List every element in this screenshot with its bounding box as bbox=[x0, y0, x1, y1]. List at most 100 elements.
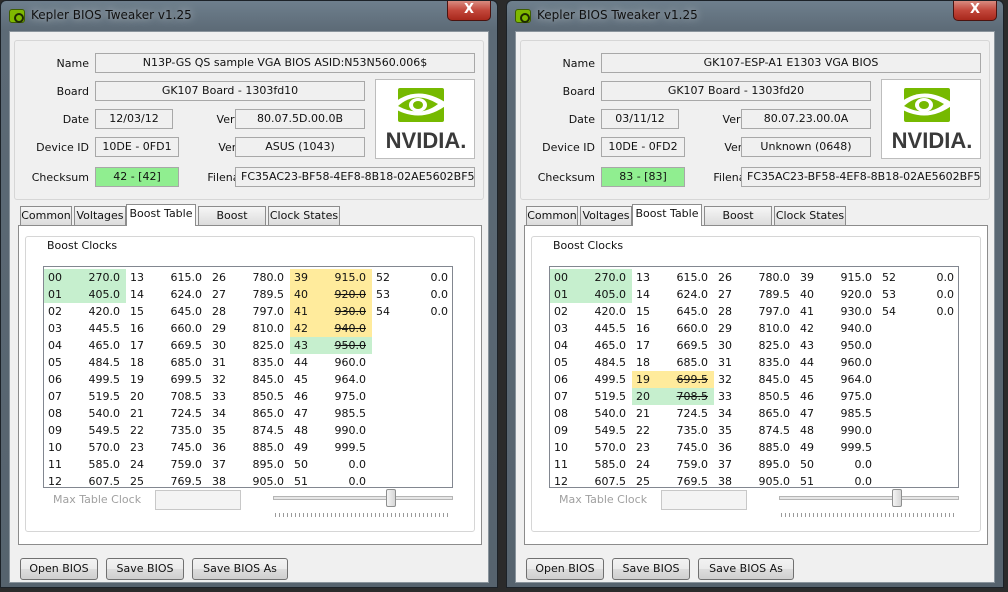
tab-voltages[interactable]: Voltages bbox=[74, 206, 126, 225]
filename-field[interactable]: FC35AC23-BF58-4EF8-8B18-02AE5602BF57_0_ bbox=[741, 167, 981, 187]
boost-entry-clock[interactable]: 624.0 bbox=[152, 286, 208, 303]
open-bios-button[interactable]: Open BIOS bbox=[20, 558, 98, 580]
boost-clock-table[interactable]: 00 270.0 01 405.0 02 420.0 03 445.5 04 465.0 05 484… bbox=[549, 266, 959, 488]
boost-entry-clock[interactable]: 865.0 bbox=[740, 405, 796, 422]
save-bios-button[interactable]: Save BIOS bbox=[106, 558, 184, 580]
boost-entry-clock[interactable]: 874.5 bbox=[234, 422, 290, 439]
checksum-field[interactable]: 42 - [42] bbox=[95, 167, 179, 187]
boost-entry-clock[interactable]: 699.5 bbox=[658, 371, 714, 388]
boost-entry-clock[interactable]: 975.0 bbox=[316, 388, 372, 405]
boost-entry-clock[interactable]: 685.0 bbox=[658, 354, 714, 371]
boost-entry-clock[interactable]: 585.0 bbox=[576, 456, 632, 473]
boost-entry-clock[interactable]: 607.5 bbox=[576, 473, 632, 490]
boost-entry-clock[interactable]: 940.0 bbox=[316, 320, 372, 337]
boost-entry-clock[interactable]: 964.0 bbox=[316, 371, 372, 388]
checksum-field[interactable]: 83 - [83] bbox=[601, 167, 685, 187]
boost-entry-clock[interactable]: 735.0 bbox=[658, 422, 714, 439]
boost-entry-clock[interactable]: 445.5 bbox=[70, 320, 126, 337]
boost-entry-clock[interactable]: 769.5 bbox=[658, 473, 714, 490]
boost-entry-clock[interactable]: 845.0 bbox=[234, 371, 290, 388]
tab-clock-states[interactable]: Clock States bbox=[268, 206, 340, 225]
version-field[interactable]: 80.07.23.00.0A bbox=[741, 109, 871, 129]
boost-entry-clock[interactable]: 615.0 bbox=[152, 269, 208, 286]
boost-entry-clock[interactable]: 499.5 bbox=[70, 371, 126, 388]
boost-entry-clock[interactable]: 930.0 bbox=[316, 303, 372, 320]
bios-name-field[interactable]: GK107-ESP-A1 E1303 VGA BIOS bbox=[601, 53, 981, 73]
boost-entry-clock[interactable]: 669.5 bbox=[152, 337, 208, 354]
tab-boost-states[interactable]: Boost States bbox=[198, 206, 266, 239]
boost-entry-clock[interactable]: 0.0 bbox=[904, 269, 960, 286]
boost-entry-clock[interactable]: 885.0 bbox=[740, 439, 796, 456]
boost-entry-clock[interactable]: 745.0 bbox=[152, 439, 208, 456]
tab-boost-table[interactable]: Boost Table bbox=[126, 204, 196, 226]
boost-entry-clock[interactable]: 465.0 bbox=[70, 337, 126, 354]
boost-entry-clock[interactable]: 745.0 bbox=[658, 439, 714, 456]
boost-entry-clock[interactable]: 759.0 bbox=[152, 456, 208, 473]
filename-field[interactable]: FC35AC23-BF58-4EF8-8B18-02AE5602BF57_0_ bbox=[235, 167, 475, 187]
boost-entry-clock[interactable]: 685.0 bbox=[152, 354, 208, 371]
boost-entry-clock[interactable]: 270.0 bbox=[576, 269, 632, 286]
boost-entry-clock[interactable]: 930.0 bbox=[822, 303, 878, 320]
title-bar[interactable]: Kepler BIOS Tweaker v1.25 X bbox=[507, 1, 1003, 31]
board-field[interactable]: GK107 Board - 1303fd20 bbox=[601, 81, 871, 101]
boost-entry-clock[interactable]: 708.5 bbox=[152, 388, 208, 405]
boost-entry-clock[interactable]: 499.5 bbox=[576, 371, 632, 388]
boost-entry-clock[interactable]: 405.0 bbox=[576, 286, 632, 303]
boost-entry-clock[interactable]: 950.0 bbox=[822, 337, 878, 354]
boost-entry-clock[interactable]: 540.0 bbox=[576, 405, 632, 422]
boost-entry-clock[interactable]: 940.0 bbox=[822, 320, 878, 337]
boost-entry-clock[interactable]: 960.0 bbox=[316, 354, 372, 371]
boost-entry-clock[interactable]: 699.5 bbox=[152, 371, 208, 388]
boost-entry-clock[interactable]: 759.0 bbox=[658, 456, 714, 473]
boost-entry-clock[interactable]: 645.0 bbox=[658, 303, 714, 320]
boost-entry-clock[interactable]: 810.0 bbox=[740, 320, 796, 337]
max-table-clock-slider-track[interactable] bbox=[273, 496, 453, 500]
boost-entry-clock[interactable]: 985.5 bbox=[316, 405, 372, 422]
boost-entry-clock[interactable]: 724.5 bbox=[658, 405, 714, 422]
boost-entry-clock[interactable]: 915.0 bbox=[822, 269, 878, 286]
boost-entry-clock[interactable]: 519.5 bbox=[576, 388, 632, 405]
boost-entry-clock[interactable]: 0.0 bbox=[398, 286, 454, 303]
title-bar[interactable]: Kepler BIOS Tweaker v1.25 X bbox=[1, 1, 497, 31]
boost-entry-clock[interactable]: 405.0 bbox=[70, 286, 126, 303]
boost-entry-clock[interactable]: 420.0 bbox=[70, 303, 126, 320]
close-button[interactable]: X bbox=[447, 1, 491, 21]
boost-entry-clock[interactable]: 549.5 bbox=[70, 422, 126, 439]
max-table-clock-input[interactable] bbox=[661, 490, 747, 510]
boost-entry-clock[interactable]: 540.0 bbox=[70, 405, 126, 422]
device-id-field[interactable]: 10DE - 0FD1 bbox=[95, 137, 179, 157]
boost-entry-clock[interactable]: 708.5 bbox=[658, 388, 714, 405]
boost-entry-clock[interactable]: 850.5 bbox=[234, 388, 290, 405]
boost-entry-clock[interactable]: 825.0 bbox=[234, 337, 290, 354]
boost-entry-clock[interactable]: 624.0 bbox=[658, 286, 714, 303]
boost-entry-clock[interactable]: 885.0 bbox=[234, 439, 290, 456]
boost-entry-clock[interactable]: 769.5 bbox=[152, 473, 208, 490]
boost-entry-clock[interactable]: 850.5 bbox=[740, 388, 796, 405]
tab-common[interactable]: Common bbox=[20, 206, 72, 225]
boost-entry-clock[interactable]: 585.0 bbox=[70, 456, 126, 473]
boost-entry-clock[interactable]: 484.5 bbox=[576, 354, 632, 371]
open-bios-button[interactable]: Open BIOS bbox=[526, 558, 604, 580]
boost-entry-clock[interactable]: 964.0 bbox=[822, 371, 878, 388]
boost-entry-clock[interactable]: 985.5 bbox=[822, 405, 878, 422]
boost-entry-clock[interactable]: 905.0 bbox=[740, 473, 796, 490]
tab-boost-states[interactable]: Boost States bbox=[704, 206, 772, 239]
max-table-clock-slider-track[interactable] bbox=[779, 496, 959, 500]
boost-entry-clock[interactable]: 570.0 bbox=[70, 439, 126, 456]
boost-entry-clock[interactable]: 0.0 bbox=[398, 303, 454, 320]
boost-entry-clock[interactable]: 0.0 bbox=[904, 303, 960, 320]
boost-entry-clock[interactable]: 895.0 bbox=[740, 456, 796, 473]
save-bios-button[interactable]: Save BIOS bbox=[612, 558, 690, 580]
boost-entry-clock[interactable]: 950.0 bbox=[316, 337, 372, 354]
boost-entry-clock[interactable]: 645.0 bbox=[152, 303, 208, 320]
boost-entry-clock[interactable]: 735.0 bbox=[152, 422, 208, 439]
boost-entry-clock[interactable]: 780.0 bbox=[234, 269, 290, 286]
boost-entry-clock[interactable]: 660.0 bbox=[658, 320, 714, 337]
boost-entry-clock[interactable]: 549.5 bbox=[576, 422, 632, 439]
max-table-clock-input[interactable] bbox=[155, 490, 241, 510]
close-button[interactable]: X bbox=[953, 1, 997, 21]
boost-entry-clock[interactable]: 669.5 bbox=[658, 337, 714, 354]
boost-entry-clock[interactable]: 874.5 bbox=[740, 422, 796, 439]
boost-entry-clock[interactable]: 920.0 bbox=[822, 286, 878, 303]
boost-entry-clock[interactable]: 960.0 bbox=[822, 354, 878, 371]
